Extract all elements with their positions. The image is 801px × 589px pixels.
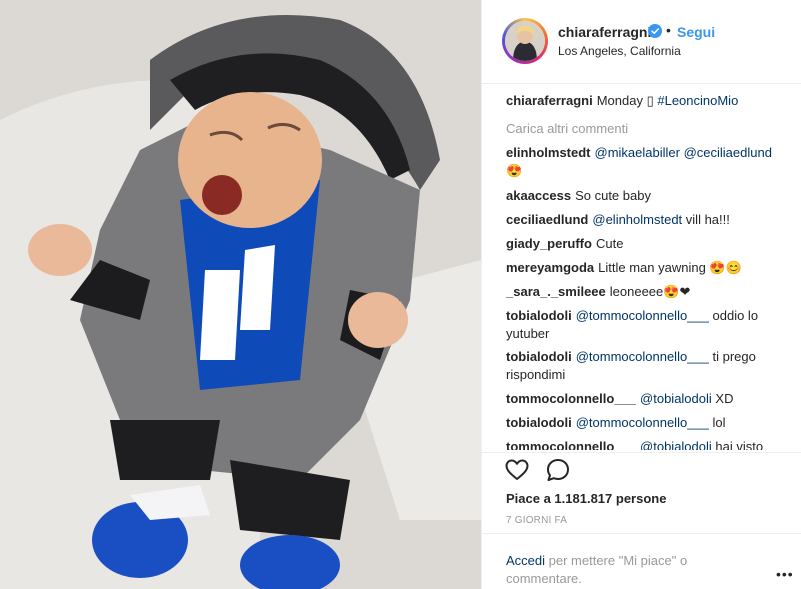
comment-username[interactable]: ceciliaedlund: [506, 212, 588, 227]
login-text: Accedi per mettere "Mi piace" o commenta…: [506, 552, 736, 588]
comment-username[interactable]: akaaccess: [506, 188, 571, 203]
list-item: tobialodoli @tommocolonnello___ ti prego …: [506, 348, 786, 384]
comment-text: So cute baby: [575, 188, 651, 203]
comment-username[interactable]: tobialodoli: [506, 308, 572, 323]
list-item: mereyamgoda Little man yawning 😍😊: [506, 259, 786, 277]
comment-username[interactable]: giady_peruffo: [506, 236, 592, 251]
comment-text: leoneeee😍❤: [609, 284, 691, 299]
comment-text: Little man yawning 😍😊: [598, 260, 742, 275]
likes-count[interactable]: Piace a 1.181.817 persone: [506, 491, 666, 506]
comment-text: 😍: [506, 163, 523, 178]
post-details-panel: chiaraferragni • Segui Los Angeles, Cali…: [481, 0, 801, 589]
caption-username[interactable]: chiaraferragni: [506, 93, 593, 108]
separator-dot: •: [666, 22, 671, 38]
comment-mention[interactable]: @mikaelabiller @ceciliaedlund: [595, 145, 772, 160]
caption: chiaraferragni Monday ▯ #LeoncinoMio: [506, 92, 786, 110]
list-item: giady_peruffo Cute: [506, 235, 786, 253]
comment-mention[interactable]: @tommocolonnello___: [576, 415, 709, 430]
comment-text: vill ha!!!: [685, 212, 730, 227]
comment-username[interactable]: mereyamgoda: [506, 260, 594, 275]
comment-icon[interactable]: [545, 457, 571, 483]
location-link[interactable]: Los Angeles, California: [558, 44, 681, 58]
list-item: elinholmstedt @mikaelabiller @ceciliaedlu…: [506, 144, 786, 180]
comment-username[interactable]: tommocolonnello___: [506, 391, 636, 406]
avatar[interactable]: [502, 18, 548, 64]
list-item: akaaccess So cute baby: [506, 187, 786, 205]
login-link[interactable]: Accedi: [506, 553, 545, 568]
login-prompt: Accedi per mettere "Mi piace" o commenta…: [482, 533, 801, 589]
comment-username[interactable]: elinholmstedt: [506, 145, 591, 160]
comment-mention[interactable]: @tobialodoli: [640, 391, 712, 406]
more-options-icon[interactable]: •••: [776, 566, 794, 582]
avatar-image: [505, 21, 545, 61]
post-photo[interactable]: [0, 0, 481, 589]
follow-button[interactable]: Segui: [677, 24, 715, 40]
comment-text: XD: [715, 391, 734, 406]
comment-text: lol: [712, 415, 726, 430]
list-item: tommocolonnello___ @tobialodoli XD: [506, 390, 786, 408]
comment-text: hai visto: [715, 439, 764, 450]
comment-mention[interactable]: @tommocolonnello___: [576, 308, 709, 323]
list-item: tommocolonnello___ @tobialodoli hai visto: [506, 438, 786, 450]
comment-username[interactable]: _sara_._smileee: [506, 284, 606, 299]
list-item: tobialodoli @tommocolonnello___ oddio lo …: [506, 307, 786, 343]
comments-list[interactable]: chiaraferragni Monday ▯ #LeoncinoMio Cari…: [506, 92, 786, 450]
comment-mention[interactable]: @tommocolonnello___: [576, 349, 709, 364]
comment-mention[interactable]: @elinholmstedt: [592, 212, 682, 227]
caption-text: Monday: [596, 93, 643, 108]
username-link[interactable]: chiaraferragni: [558, 24, 651, 40]
heart-icon[interactable]: [504, 457, 530, 483]
list-item: _sara_._smileee leoneeee😍❤: [506, 283, 786, 301]
baby-photo-image: [0, 0, 481, 589]
hashtag-link[interactable]: #LeoncinoMio: [657, 93, 738, 108]
post-timestamp[interactable]: 7 GIORNI FA: [506, 515, 567, 526]
caption-emoji: ▯: [646, 93, 654, 108]
post-header: chiaraferragni • Segui Los Angeles, Cali…: [482, 0, 801, 84]
list-item: ceciliaedlund @elinholmstedt vill ha!!!: [506, 211, 786, 229]
comment-username[interactable]: tommocolonnello___: [506, 439, 636, 450]
verified-badge-icon: [648, 24, 662, 38]
load-more-comments-button[interactable]: Carica altri commenti: [506, 120, 628, 138]
comment-text: Cute: [595, 236, 624, 251]
comment-username[interactable]: tobialodoli: [506, 415, 572, 430]
comment-mention[interactable]: @tobialodoli: [640, 439, 712, 450]
comment-username[interactable]: tobialodoli: [506, 349, 572, 364]
list-item: tobialodoli @tommocolonnello___ lol: [506, 414, 786, 432]
